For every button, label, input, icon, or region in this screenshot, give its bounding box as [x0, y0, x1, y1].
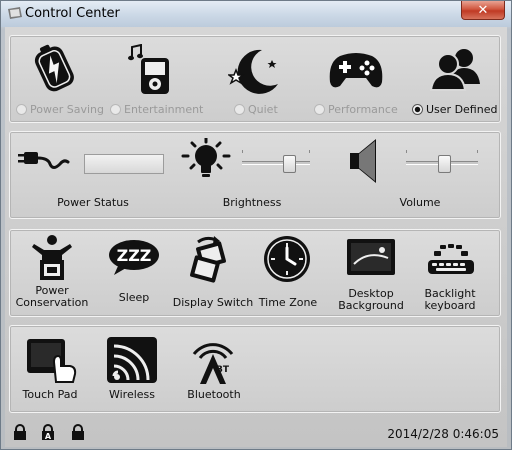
functions-panel: Power Conservation ZZZ Sleep Display Swi…	[9, 229, 501, 317]
scroll-lock-icon	[71, 424, 85, 443]
mode-radio-entertainment[interactable]	[110, 104, 121, 115]
svg-text:BT: BT	[216, 365, 230, 375]
title-bar[interactable]: Control Center ✕	[1, 1, 511, 27]
mode-radio-performance[interactable]	[314, 104, 325, 115]
mode-radio-quiet[interactable]	[234, 104, 245, 115]
wireless-icon	[106, 336, 158, 384]
wireless-label: Wireless	[108, 388, 156, 401]
backlight-keyboard-label: Backlight keyboard	[424, 287, 476, 312]
mode-panel: Power Saving Entertainment Quiet Perform…	[9, 35, 501, 123]
main-content: Power Saving Entertainment Quiet Perform…	[5, 27, 507, 447]
mode-radio-user-defined[interactable]	[412, 104, 423, 115]
users-icon[interactable]	[430, 46, 482, 92]
moon-stars-icon[interactable]	[228, 46, 284, 94]
sleep-label: Sleep	[118, 291, 150, 304]
app-icon	[7, 6, 23, 20]
status-bar: A 2014/2/28 0:46:05	[5, 419, 507, 447]
mode-label-quiet: Quiet	[248, 103, 278, 116]
date-time: 2014/2/28 0:46:05	[387, 427, 499, 441]
power-plug-icon	[18, 144, 70, 174]
sleep-zzz-icon: ZZZ	[108, 238, 160, 276]
settings-panel: Power Status Brightness Volume	[9, 131, 501, 219]
music-player-icon[interactable]	[128, 44, 178, 96]
window-title: Control Center	[25, 6, 120, 21]
backlight-keyboard-icon	[426, 244, 476, 276]
power-conservation-label: Power Conservation	[15, 284, 89, 309]
clock-icon	[262, 234, 312, 284]
time-zone-label: Time Zone	[258, 296, 318, 309]
volume-slider[interactable]	[438, 155, 451, 173]
svg-text:A: A	[45, 432, 52, 440]
gamepad-icon[interactable]	[328, 48, 384, 92]
desktop-background-icon	[346, 238, 396, 280]
power-conservation-icon	[30, 234, 74, 282]
mode-label-power-saving: Power Saving	[30, 103, 104, 116]
power-status-label: Power Status	[57, 196, 129, 209]
control-center-window: Control Center ✕ Power Saving Entertainm…	[0, 0, 512, 450]
devices-panel: Touch Pad Wireless BT Bluetooth	[9, 325, 501, 413]
svg-text:ZZZ: ZZZ	[117, 246, 152, 265]
close-button[interactable]: ✕	[461, 1, 505, 20]
touchpad-icon	[26, 336, 78, 384]
brightness-label: Brightness	[222, 196, 282, 209]
brightness-track	[242, 161, 310, 165]
battery-bolt-icon[interactable]	[28, 42, 80, 94]
brightness-slider[interactable]	[283, 155, 296, 173]
padlock-icon	[13, 424, 27, 443]
mode-label-entertainment: Entertainment	[124, 103, 204, 116]
desktop-background-label: Desktop Background	[338, 287, 404, 312]
display-switch-icon	[186, 234, 236, 286]
mode-radio-power-saving[interactable]	[16, 104, 27, 115]
mode-label-user-defined: User Defined	[426, 103, 498, 116]
bluetooth-label: Bluetooth	[187, 388, 241, 401]
light-bulb-icon	[180, 138, 232, 182]
mode-label-performance: Performance	[328, 103, 398, 116]
volume-label: Volume	[399, 196, 441, 209]
display-switch-label: Display Switch	[172, 296, 254, 309]
bluetooth-icon: BT	[186, 334, 240, 386]
caps-lock-icon: A	[41, 424, 55, 443]
touch-pad-label: Touch Pad	[22, 388, 78, 401]
speaker-icon	[348, 136, 384, 186]
power-status-bar	[84, 154, 164, 174]
